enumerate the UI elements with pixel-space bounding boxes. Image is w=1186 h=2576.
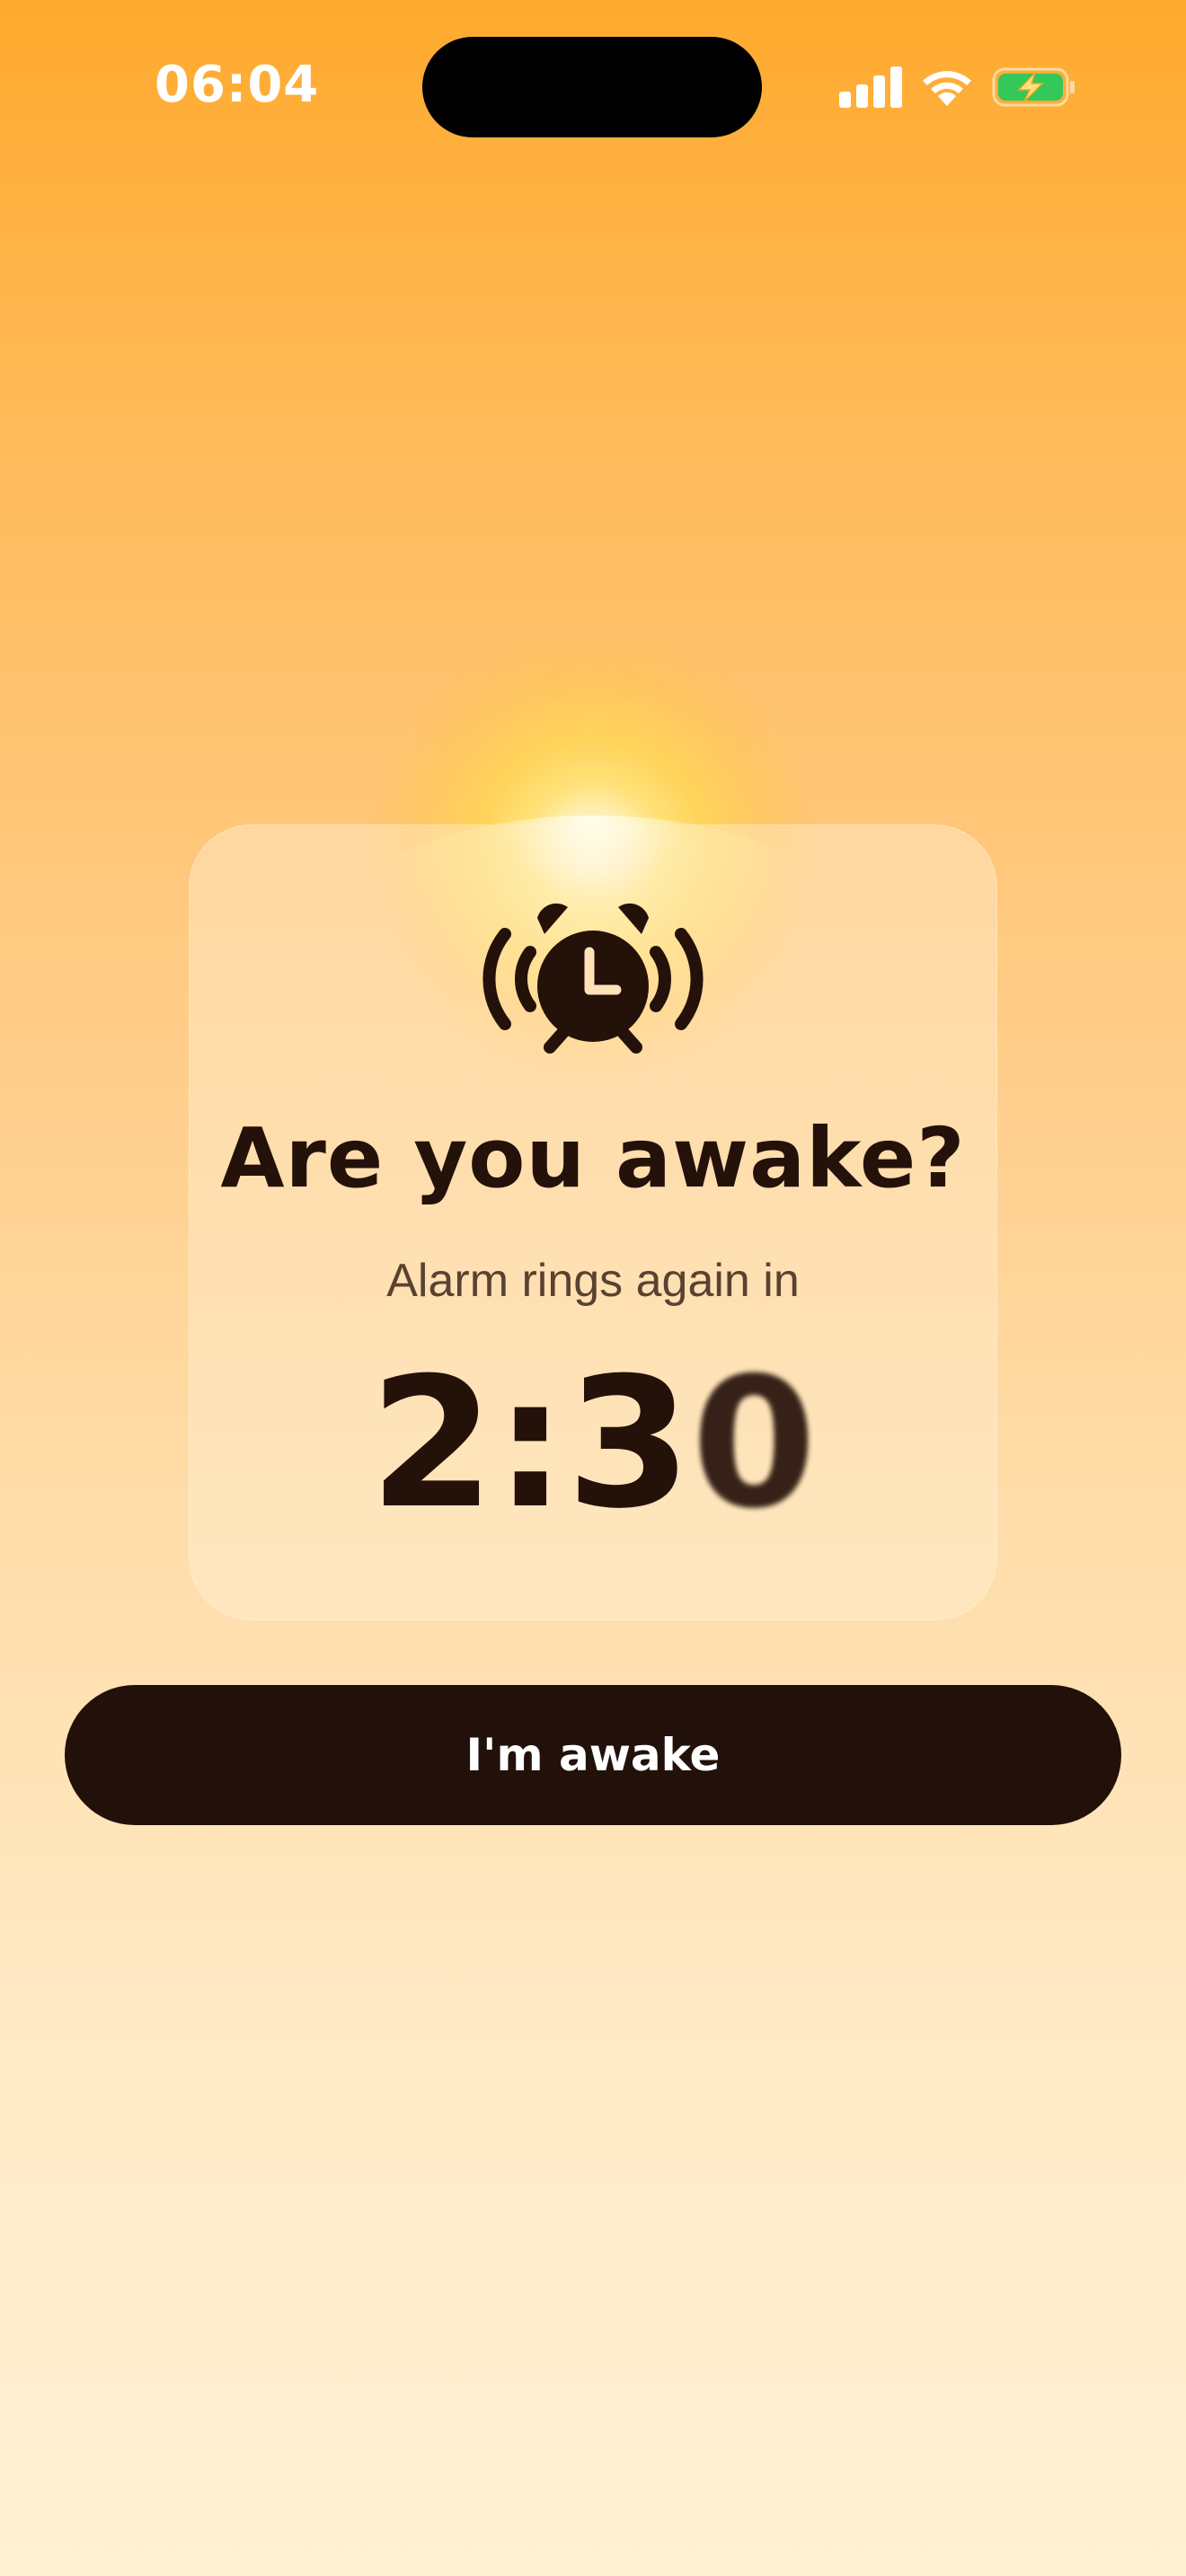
- alarm-clock-ringing-icon: [482, 903, 704, 1054]
- countdown-main: 2:3: [369, 1339, 692, 1548]
- card-subtitle: Alarm rings again in: [386, 1255, 800, 1307]
- cellular-signal-icon: [839, 66, 902, 108]
- status-bar: 06:04: [0, 0, 1186, 180]
- alarm-card: Are you awake? Alarm rings again in 2:30: [189, 816, 997, 1620]
- battery-charging-icon: [992, 67, 1075, 107]
- status-icons: [839, 65, 1076, 110]
- status-time: 06:04: [155, 56, 320, 114]
- wifi-icon: [923, 71, 971, 106]
- countdown-timer: 2:30: [189, 1354, 997, 1534]
- countdown-last-digit: 0: [691, 1339, 817, 1548]
- card-title: Are you awake?: [220, 1110, 966, 1206]
- dynamic-island: [422, 37, 762, 137]
- im-awake-button[interactable]: I'm awake: [65, 1685, 1121, 1825]
